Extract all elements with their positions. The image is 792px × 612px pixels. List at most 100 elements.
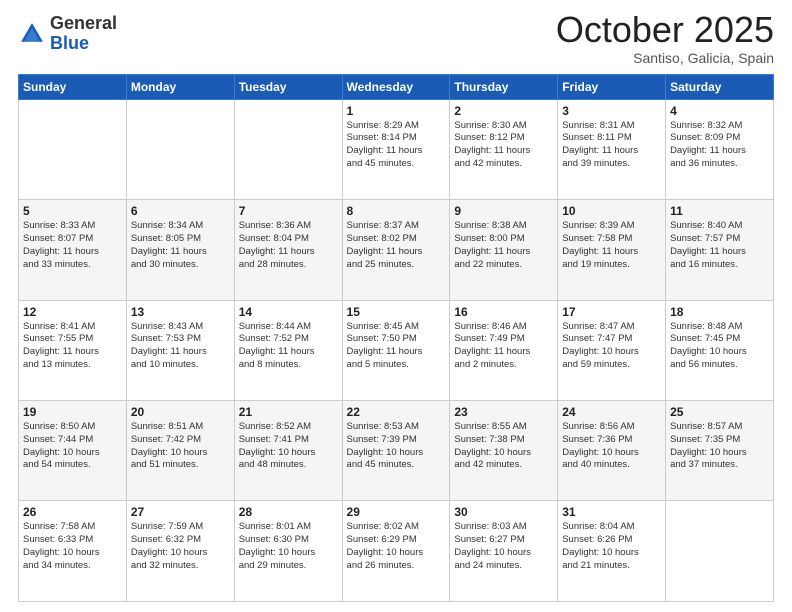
day-info: Sunrise: 8:02 AMSunset: 6:29 PMDaylight:… <box>347 521 446 572</box>
day-info: Sunrise: 8:40 AMSunset: 7:57 PMDaylight:… <box>670 220 769 271</box>
day-info: Sunrise: 8:56 AMSunset: 7:36 PMDaylight:… <box>562 421 661 472</box>
day-info: Sunrise: 8:36 AMSunset: 8:04 PMDaylight:… <box>239 220 338 271</box>
day-number: 7 <box>239 204 338 218</box>
day-number: 10 <box>562 204 661 218</box>
table-row: 5 Sunrise: 8:33 AMSunset: 8:07 PMDaylight… <box>19 200 127 300</box>
day-number: 17 <box>562 305 661 319</box>
day-number: 22 <box>347 405 446 419</box>
day-number: 24 <box>562 405 661 419</box>
day-number: 9 <box>454 204 553 218</box>
day-info: Sunrise: 8:57 AMSunset: 7:35 PMDaylight:… <box>670 421 769 472</box>
day-number: 11 <box>670 204 769 218</box>
day-number: 20 <box>131 405 230 419</box>
day-number: 15 <box>347 305 446 319</box>
day-info: Sunrise: 8:48 AMSunset: 7:45 PMDaylight:… <box>670 321 769 372</box>
table-row: 12Sunrise: 8:41 AMSunset: 7:55 PMDayligh… <box>19 300 127 400</box>
calendar-week-5: 26 Sunrise: 7:58 AMSunset: 6:33 PMDayligh… <box>19 501 774 602</box>
day-info: Sunrise: 7:58 AMSunset: 6:33 PMDaylight:… <box>23 521 122 572</box>
logo-text: General Blue <box>50 14 117 54</box>
day-info: Sunrise: 8:46 AMSunset: 7:49 PMDaylight:… <box>454 321 553 372</box>
calendar-week-4: 19Sunrise: 8:50 AMSunset: 7:44 PMDayligh… <box>19 401 774 501</box>
calendar-table: Sunday Monday Tuesday Wednesday Thursday… <box>18 74 774 602</box>
day-number: 16 <box>454 305 553 319</box>
day-info: Sunrise: 8:32 AMSunset: 8:09 PMDaylight:… <box>670 120 769 171</box>
logo-blue: Blue <box>50 34 117 54</box>
table-row: 29 Sunrise: 8:02 AMSunset: 6:29 PMDayligh… <box>342 501 450 602</box>
day-info: Sunrise: 8:01 AMSunset: 6:30 PMDaylight:… <box>239 521 338 572</box>
day-info: Sunrise: 8:51 AMSunset: 7:42 PMDaylight:… <box>131 421 230 472</box>
day-info: Sunrise: 8:47 AMSunset: 7:47 PMDaylight:… <box>562 321 661 372</box>
day-number: 13 <box>131 305 230 319</box>
table-row: 10 Sunrise: 8:39 AMSunset: 7:58 PMDayligh… <box>558 200 666 300</box>
day-number: 29 <box>347 505 446 519</box>
table-row: 13 Sunrise: 8:43 AMSunset: 7:53 PMDayligh… <box>126 300 234 400</box>
day-number: 2 <box>454 104 553 118</box>
logo: General Blue <box>18 14 117 54</box>
calendar-week-3: 12Sunrise: 8:41 AMSunset: 7:55 PMDayligh… <box>19 300 774 400</box>
day-info: Sunrise: 8:52 AMSunset: 7:41 PMDaylight:… <box>239 421 338 472</box>
day-number: 4 <box>670 104 769 118</box>
day-number: 5 <box>23 204 122 218</box>
day-number: 3 <box>562 104 661 118</box>
day-info: Sunrise: 8:39 AMSunset: 7:58 PMDaylight:… <box>562 220 661 271</box>
day-info: Sunrise: 8:33 AMSunset: 8:07 PMDaylight:… <box>23 220 122 271</box>
day-info: Sunrise: 8:38 AMSunset: 8:00 PMDaylight:… <box>454 220 553 271</box>
table-row: 28 Sunrise: 8:01 AMSunset: 6:30 PMDayligh… <box>234 501 342 602</box>
table-row: 14Sunrise: 8:44 AMSunset: 7:52 PMDayligh… <box>234 300 342 400</box>
table-row: 17 Sunrise: 8:47 AMSunset: 7:47 PMDayligh… <box>558 300 666 400</box>
calendar-header-row: Sunday Monday Tuesday Wednesday Thursday… <box>19 74 774 99</box>
table-row: 11 Sunrise: 8:40 AMSunset: 7:57 PMDayligh… <box>666 200 774 300</box>
calendar-week-2: 5 Sunrise: 8:33 AMSunset: 8:07 PMDaylight… <box>19 200 774 300</box>
day-info: Sunrise: 8:37 AMSunset: 8:02 PMDaylight:… <box>347 220 446 271</box>
table-row: 16 Sunrise: 8:46 AMSunset: 7:49 PMDayligh… <box>450 300 558 400</box>
day-number: 12 <box>23 305 122 319</box>
col-tuesday: Tuesday <box>234 74 342 99</box>
day-info: Sunrise: 8:31 AMSunset: 8:11 PMDaylight:… <box>562 120 661 171</box>
calendar-week-1: 1Sunrise: 8:29 AMSunset: 8:14 PMDaylight… <box>19 99 774 199</box>
calendar-subtitle: Santiso, Galicia, Spain <box>556 50 774 66</box>
table-row: 22 Sunrise: 8:53 AMSunset: 7:39 PMDayligh… <box>342 401 450 501</box>
table-row: 3 Sunrise: 8:31 AMSunset: 8:11 PMDaylight… <box>558 99 666 199</box>
table-row: 24 Sunrise: 8:56 AMSunset: 7:36 PMDayligh… <box>558 401 666 501</box>
table-row <box>234 99 342 199</box>
table-row: 6Sunrise: 8:34 AMSunset: 8:05 PMDaylight… <box>126 200 234 300</box>
day-number: 8 <box>347 204 446 218</box>
day-number: 21 <box>239 405 338 419</box>
day-info: Sunrise: 7:59 AMSunset: 6:32 PMDaylight:… <box>131 521 230 572</box>
table-row <box>666 501 774 602</box>
day-number: 6 <box>131 204 230 218</box>
day-number: 30 <box>454 505 553 519</box>
day-info: Sunrise: 8:29 AMSunset: 8:14 PMDaylight:… <box>347 120 446 171</box>
day-info: Sunrise: 8:50 AMSunset: 7:44 PMDaylight:… <box>23 421 122 472</box>
table-row: 19Sunrise: 8:50 AMSunset: 7:44 PMDayligh… <box>19 401 127 501</box>
logo-icon <box>18 20 46 48</box>
table-row: 20 Sunrise: 8:51 AMSunset: 7:42 PMDayligh… <box>126 401 234 501</box>
table-row <box>19 99 127 199</box>
col-sunday: Sunday <box>19 74 127 99</box>
day-number: 26 <box>23 505 122 519</box>
table-row: 8 Sunrise: 8:37 AMSunset: 8:02 PMDaylight… <box>342 200 450 300</box>
day-number: 18 <box>670 305 769 319</box>
day-number: 27 <box>131 505 230 519</box>
table-row: 2 Sunrise: 8:30 AMSunset: 8:12 PMDaylight… <box>450 99 558 199</box>
day-number: 31 <box>562 505 661 519</box>
day-info: Sunrise: 8:44 AMSunset: 7:52 PMDaylight:… <box>239 321 338 372</box>
day-info: Sunrise: 8:04 AMSunset: 6:26 PMDaylight:… <box>562 521 661 572</box>
header: General Blue October 2025 Santiso, Galic… <box>18 10 774 66</box>
table-row: 26 Sunrise: 7:58 AMSunset: 6:33 PMDayligh… <box>19 501 127 602</box>
table-row: 25Sunrise: 8:57 AMSunset: 7:35 PMDayligh… <box>666 401 774 501</box>
col-thursday: Thursday <box>450 74 558 99</box>
day-info: Sunrise: 8:43 AMSunset: 7:53 PMDaylight:… <box>131 321 230 372</box>
table-row: 21 Sunrise: 8:52 AMSunset: 7:41 PMDayligh… <box>234 401 342 501</box>
day-info: Sunrise: 8:30 AMSunset: 8:12 PMDaylight:… <box>454 120 553 171</box>
col-monday: Monday <box>126 74 234 99</box>
day-number: 28 <box>239 505 338 519</box>
table-row <box>126 99 234 199</box>
day-info: Sunrise: 8:45 AMSunset: 7:50 PMDaylight:… <box>347 321 446 372</box>
day-info: Sunrise: 8:03 AMSunset: 6:27 PMDaylight:… <box>454 521 553 572</box>
title-block: October 2025 Santiso, Galicia, Spain <box>556 10 774 66</box>
day-info: Sunrise: 8:53 AMSunset: 7:39 PMDaylight:… <box>347 421 446 472</box>
table-row: 27 Sunrise: 7:59 AMSunset: 6:32 PMDayligh… <box>126 501 234 602</box>
day-info: Sunrise: 8:55 AMSunset: 7:38 PMDaylight:… <box>454 421 553 472</box>
table-row: 7 Sunrise: 8:36 AMSunset: 8:04 PMDaylight… <box>234 200 342 300</box>
